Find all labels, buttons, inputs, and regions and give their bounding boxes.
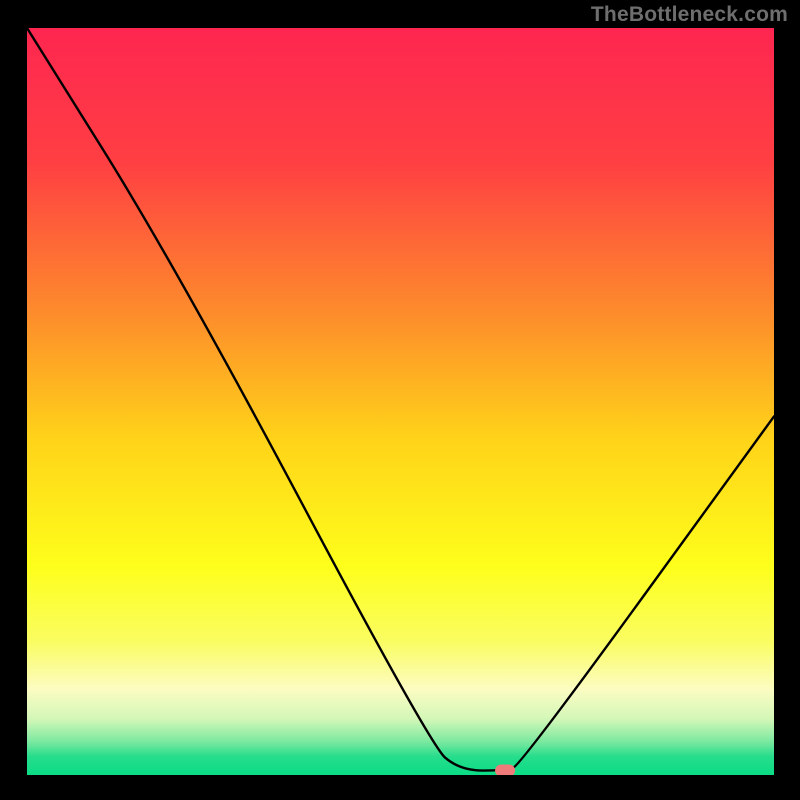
watermark-text: TheBottleneck.com bbox=[591, 3, 788, 27]
chart-stage: TheBottleneck.com bbox=[0, 0, 800, 800]
frame-right bbox=[774, 0, 800, 800]
bottleneck-chart bbox=[0, 0, 800, 800]
frame-bottom bbox=[0, 775, 800, 800]
frame-left bbox=[0, 0, 27, 800]
optimal-marker bbox=[495, 765, 515, 777]
plot-background bbox=[27, 28, 774, 775]
